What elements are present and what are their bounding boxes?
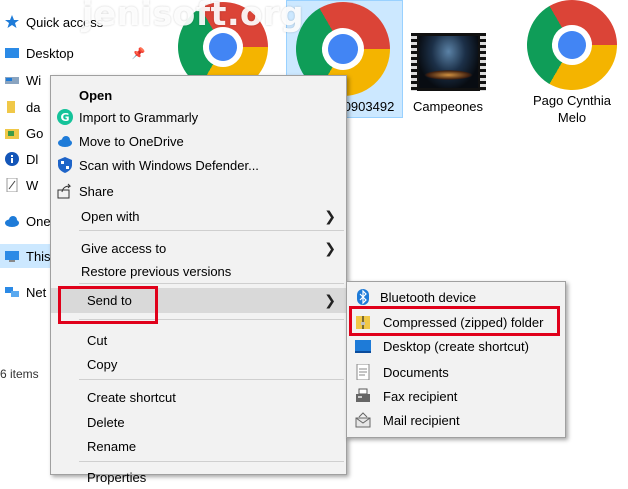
onedrive-icon [55, 131, 75, 151]
pc-icon [4, 249, 20, 263]
nav-label: One [26, 213, 51, 229]
menu-item-copy[interactable]: Copy [51, 352, 346, 376]
nav-item-this-pc[interactable]: This [0, 246, 51, 266]
network-icon [4, 285, 20, 299]
fax-icon [353, 386, 373, 406]
mail-icon [353, 410, 373, 430]
menu-item-import-grammarly[interactable]: G Import to Grammarly [51, 105, 346, 129]
chevron-right-icon: ❯ [324, 207, 336, 224]
bluetooth-icon [353, 287, 373, 307]
menu-item-share[interactable]: Share [51, 179, 346, 203]
nav-label: Desktop [26, 45, 74, 61]
nav-label: W [26, 177, 39, 193]
pin-icon: 📌 [131, 47, 146, 60]
video-icon[interactable] [411, 33, 486, 91]
file-label: Campeones [412, 99, 484, 114]
context-menu: Open G Import to Grammarly Move to OneDr… [50, 75, 347, 485]
folder-icon [4, 126, 20, 140]
desktop-folder-icon [4, 46, 20, 60]
info-icon [4, 152, 20, 166]
menu-item-create-shortcut[interactable]: Create shortcut [51, 385, 346, 409]
menu-item-move-onedrive[interactable]: Move to OneDrive [51, 129, 346, 153]
menu-item-cut[interactable]: Cut [51, 328, 346, 352]
nav-item-document[interactable]: W [0, 175, 38, 195]
chevron-right-icon: ❯ [324, 292, 336, 308]
star-icon [4, 15, 20, 29]
send-to-submenu: Bluetooth device Compressed (zipped) fol… [346, 281, 566, 438]
watermark-text: jenisoft.org [82, 0, 305, 33]
share-icon [55, 181, 75, 201]
nav-item-folder-1[interactable]: da [0, 97, 40, 117]
menu-separator [79, 379, 344, 380]
compressed-folder-highlight-box [349, 306, 560, 336]
menu-item-properties[interactable]: Properties [51, 465, 346, 489]
desktop-icon [353, 336, 373, 356]
svg-text:G: G [60, 111, 69, 124]
menu-separator [79, 230, 344, 231]
menu-item-open[interactable]: Open [51, 83, 346, 107]
nav-label: This [26, 248, 51, 264]
nav-item-folder-2[interactable]: Go [0, 123, 43, 143]
menu-item-delete[interactable]: Delete [51, 410, 346, 434]
menu-item-desktop-shortcut[interactable]: Desktop (create shortcut) [347, 334, 565, 358]
menu-item-scan-defender[interactable]: Scan with Windows Defender... [51, 153, 346, 177]
nav-item-desktop[interactable]: Desktop 📌 [0, 43, 145, 63]
grammarly-icon: G [55, 107, 75, 127]
nav-label: Dl [26, 151, 39, 167]
menu-item-rename[interactable]: Rename [51, 434, 346, 458]
menu-item-documents[interactable]: Documents [347, 360, 565, 384]
menu-separator [79, 283, 344, 284]
file-label: Pago Cynthia Melo [532, 93, 612, 125]
nav-label: Wi [26, 72, 42, 88]
document-icon [4, 177, 20, 193]
send-to-highlight-box [58, 286, 158, 324]
nav-item-drive[interactable]: Wi [0, 70, 41, 90]
menu-item-open-with[interactable]: Open with ❯ [51, 204, 346, 228]
nav-label: da [26, 99, 41, 115]
menu-separator [79, 461, 344, 462]
nav-label: Net [26, 284, 47, 300]
nav-label: Go [26, 125, 44, 141]
menu-item-fax-recipient[interactable]: Fax recipient [347, 384, 565, 408]
menu-item-restore-versions[interactable]: Restore previous versions [51, 259, 346, 283]
documents-icon [353, 362, 373, 382]
chevron-right-icon: ❯ [324, 239, 336, 256]
folder-icon [4, 100, 20, 114]
onedrive-icon [4, 214, 20, 228]
menu-item-mail-recipient[interactable]: Mail recipient [347, 408, 565, 432]
drive-icon [4, 73, 20, 87]
menu-item-give-access[interactable]: Give access to ❯ [51, 236, 346, 260]
nav-item-network[interactable]: Net [0, 282, 46, 302]
status-item-count: 6 items [0, 367, 39, 381]
nav-item-info[interactable]: Dl [0, 149, 38, 169]
defender-icon [55, 155, 75, 175]
nav-item-onedrive[interactable]: One [0, 211, 51, 231]
chrome-icon[interactable] [510, 0, 628, 107]
